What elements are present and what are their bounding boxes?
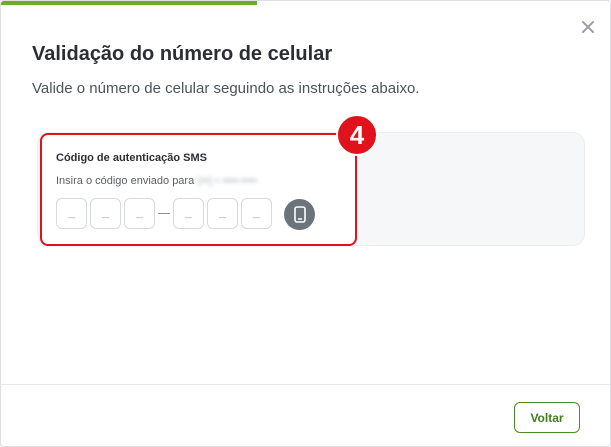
progress-fill — [1, 1, 257, 5]
masked-phone-number: (••) • ••••-•••• — [197, 175, 257, 187]
code-digit-4[interactable]: _ — [173, 198, 204, 229]
close-icon — [582, 21, 594, 33]
code-digit-5[interactable]: _ — [207, 198, 238, 229]
sms-code-input-group: _ _ _ _ _ _ — [56, 198, 275, 229]
validation-modal: Validação do número de celular Valide o … — [0, 0, 611, 447]
sms-section-label: Código de autenticação SMS — [56, 152, 207, 164]
footer-divider — [1, 384, 610, 385]
modal-subtitle: Valide o número de celular seguindo as i… — [32, 80, 420, 97]
sms-section-highlight — [40, 133, 357, 246]
code-digit-6[interactable]: _ — [241, 198, 272, 229]
modal-title: Validação do número de celular — [32, 43, 333, 65]
code-digit-1[interactable]: _ — [56, 198, 87, 229]
code-digit-2[interactable]: _ — [90, 198, 121, 229]
smartphone-icon — [293, 206, 306, 223]
device-button[interactable] — [284, 199, 315, 230]
step-badge: 4 — [336, 114, 378, 156]
progress-track — [1, 1, 610, 5]
close-button[interactable] — [578, 17, 598, 37]
code-digit-3[interactable]: _ — [124, 198, 155, 229]
back-button[interactable]: Voltar — [514, 402, 580, 433]
sms-hint-text: Insira o código enviado para (••) • ••••-… — [56, 175, 257, 187]
code-separator — [158, 213, 170, 214]
sms-hint-label: Insira o código enviado para — [56, 175, 195, 187]
